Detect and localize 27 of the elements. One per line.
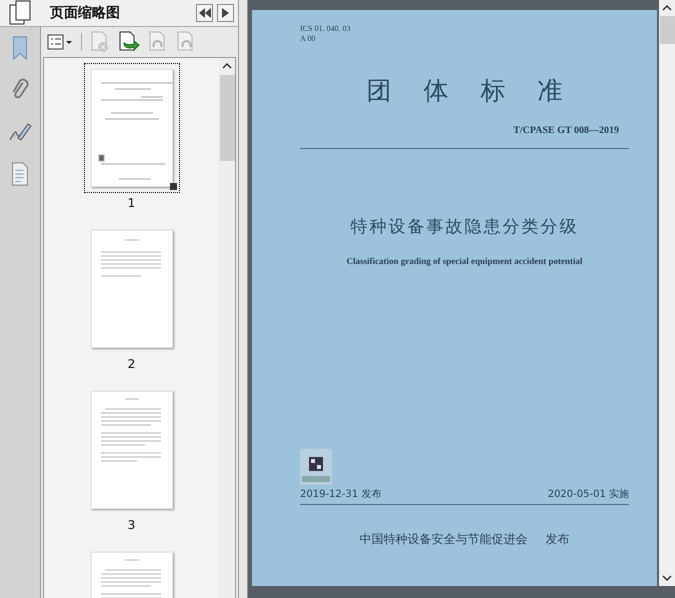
ics-code: ICS 01. 040. 03	[300, 24, 352, 34]
effective-date: 2020-05-01 实施	[548, 488, 629, 501]
scrollbar[interactable]	[219, 58, 235, 598]
standard-number: T/CPASE GT 008—2019	[513, 125, 619, 136]
scrollbar-thumb[interactable]	[220, 75, 234, 161]
double-left-arrow-icon	[198, 8, 210, 18]
issue-date: 2019-12-31 发布	[300, 488, 382, 501]
classification-code: A 00	[300, 34, 316, 44]
page-thumbnail[interactable]	[84, 63, 180, 193]
qr-code-label-drawing	[300, 449, 332, 485]
scrollbar[interactable]	[659, 0, 675, 586]
publisher-action: 发布	[546, 531, 570, 548]
splitter-handle[interactable]	[238, 0, 248, 598]
publisher-name: 中国特种设备安全与节能促进会	[360, 531, 528, 548]
english-title: Classification grading of special equipment accident potential	[346, 256, 584, 266]
page-number: 1	[128, 196, 136, 210]
scrollbar-thumb[interactable]	[660, 16, 674, 44]
document-title: 特种设备事故隐患分类分级	[350, 216, 580, 238]
collapse-button[interactable]	[196, 4, 213, 22]
page-number: 3	[128, 518, 136, 532]
standard-heading: 团体标准	[366, 75, 596, 107]
insert-page-button[interactable]	[118, 31, 140, 53]
panel-title: 页面缩略图	[50, 4, 121, 22]
page-number: 2	[128, 357, 136, 371]
options-menu-button[interactable]	[47, 34, 73, 50]
right-arrow-icon	[222, 8, 229, 18]
expand-button[interactable]	[217, 4, 234, 22]
